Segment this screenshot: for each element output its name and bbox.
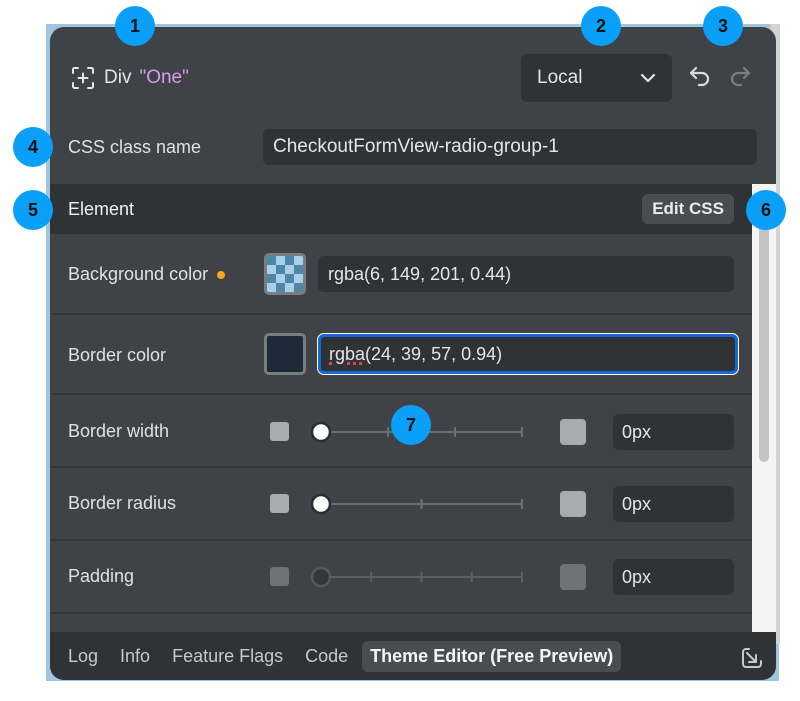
padding-label: Padding — [68, 566, 135, 586]
padding-row: Padding — [50, 541, 752, 614]
callout-badge: 3 — [703, 6, 743, 46]
padding-input[interactable] — [613, 559, 734, 595]
border-radius-input[interactable] — [613, 486, 734, 522]
scope-select-value: Local — [537, 67, 583, 88]
spellcheck-word: rgba — [329, 343, 366, 364]
padding-slider[interactable] — [310, 565, 535, 589]
section-title: Element — [68, 198, 135, 219]
undo-button[interactable] — [687, 65, 713, 91]
tab-code[interactable]: Code — [297, 641, 356, 672]
border-color-swatch[interactable] — [264, 333, 306, 375]
dock-to-corner-icon — [740, 648, 764, 674]
css-class-label: CSS class name — [68, 137, 202, 157]
padding-max-icon[interactable] — [560, 564, 586, 590]
tab-theme-editor[interactable]: Theme Editor (Free Preview) — [362, 641, 622, 672]
tab-feature-flags[interactable]: Feature Flags — [164, 641, 291, 672]
element-kind: Div — [104, 67, 132, 88]
border-width-max-icon[interactable] — [560, 419, 586, 445]
properties-scrollbar[interactable] — [752, 184, 776, 632]
redo-icon — [728, 65, 752, 92]
background-color-input[interactable] — [318, 256, 734, 292]
css-class-input[interactable] — [263, 129, 757, 165]
element-section-header: Element Edit CSS — [50, 184, 752, 234]
scope-select[interactable]: Local — [521, 54, 672, 102]
scrollbar-thumb[interactable] — [759, 194, 769, 462]
border-width-min-icon[interactable] — [270, 422, 289, 441]
chevron-down-icon — [640, 67, 656, 89]
edit-css-button[interactable]: Edit CSS — [642, 194, 734, 224]
border-radius-max-icon[interactable] — [560, 491, 586, 517]
background-color-label: Background color — [68, 264, 226, 285]
dock-button[interactable] — [740, 646, 764, 670]
border-color-row: Border color rgba (24, 39, 57, 0.94) — [50, 315, 752, 395]
background-color-label-text: Background color — [68, 264, 209, 284]
element-title: Div "One" — [70, 65, 189, 91]
border-color-input[interactable]: rgba (24, 39, 57, 0.94) — [317, 333, 739, 375]
callout-badge: 2 — [581, 6, 621, 46]
callout-badge: 6 — [746, 190, 786, 230]
slider-track — [310, 493, 523, 515]
undo-icon — [688, 65, 712, 92]
callout-badge: 1 — [115, 6, 155, 46]
slider-track — [310, 566, 523, 588]
callout-badge: 7 — [391, 405, 431, 445]
tab-info[interactable]: Info — [112, 641, 158, 672]
border-radius-row: Border radius — [50, 468, 752, 541]
tab-list: Log Info Feature Flags Code Theme Editor… — [60, 641, 622, 672]
tab-log[interactable]: Log — [60, 641, 106, 672]
footer-tab-bar: Log Info Feature Flags Code Theme Editor… — [50, 632, 776, 680]
panel-header: Div "One" Local — [50, 27, 776, 127]
css-class-row: CSS class name — [50, 127, 776, 183]
border-radius-slider[interactable] — [310, 492, 535, 516]
slider-thumb[interactable] — [310, 493, 332, 515]
callout-badge: 5 — [13, 190, 53, 230]
border-radius-label: Border radius — [68, 493, 177, 513]
border-color-label: Border color — [68, 345, 167, 365]
background-color-row: Background color — [50, 234, 752, 315]
border-color-value-rest: (24, 39, 57, 0.94) — [365, 343, 503, 364]
element-name: "One" — [139, 67, 189, 88]
modified-indicator-dot — [217, 271, 226, 280]
add-element-icon — [70, 65, 96, 91]
border-radius-min-icon[interactable] — [270, 494, 289, 513]
padding-min-icon[interactable] — [270, 567, 289, 586]
slider-thumb[interactable] — [310, 421, 332, 443]
slider-thumb[interactable] — [310, 566, 332, 588]
callout-badge: 4 — [13, 127, 53, 167]
background-color-swatch[interactable] — [264, 253, 306, 295]
border-width-label: Border width — [68, 421, 170, 441]
border-width-input[interactable] — [613, 414, 734, 450]
theme-editor-panel: Div "One" Local CSS class name CheckoutF… — [50, 27, 776, 680]
redo-button[interactable] — [727, 65, 753, 91]
